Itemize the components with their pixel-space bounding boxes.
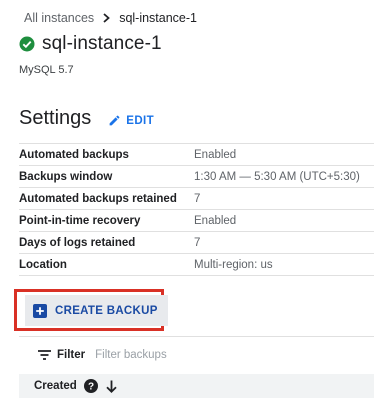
plus-icon xyxy=(33,303,47,318)
create-backup-label: CREATE BACKUP xyxy=(55,304,158,317)
settings-row: Automated backups retained 7 xyxy=(19,187,374,210)
setting-value: Multi-region: us xyxy=(194,253,374,276)
database-version: MySQL 5.7 xyxy=(19,64,74,76)
settings-title: Settings xyxy=(19,107,92,129)
filter-bar: Filter xyxy=(19,336,374,373)
settings-row: Location Multi-region: us xyxy=(19,253,374,276)
setting-label: Days of logs retained xyxy=(19,231,194,254)
setting-value: Enabled xyxy=(194,143,374,166)
page-title: sql-instance-1 xyxy=(42,33,162,54)
settings-row: Automated backups Enabled xyxy=(19,143,374,166)
setting-label: Location xyxy=(19,253,194,276)
table-header: Created ? xyxy=(19,374,374,398)
filter-icon[interactable] xyxy=(38,350,51,360)
settings-row: Point-in-time recovery Enabled xyxy=(19,209,374,232)
setting-label: Automated backups xyxy=(19,143,194,166)
breadcrumb-current: sql-instance-1 xyxy=(119,11,198,25)
breadcrumb-all-instances[interactable]: All instances xyxy=(24,11,94,25)
help-icon[interactable]: ? xyxy=(83,379,98,393)
breadcrumb: All instances sql-instance-1 xyxy=(24,11,197,25)
arrow-down-icon[interactable] xyxy=(106,380,117,393)
setting-value: 7 xyxy=(194,187,374,210)
check-circle-icon xyxy=(19,36,35,52)
setting-value: Enabled xyxy=(194,209,374,232)
instance-title-row: sql-instance-1 xyxy=(19,33,162,55)
filter-input[interactable] xyxy=(95,349,256,361)
edit-label: EDIT xyxy=(126,114,155,127)
setting-value: 1:30 AM — 5:30 AM (UTC+5:30) xyxy=(194,165,374,188)
settings-table: Automated backups Enabled Backups window… xyxy=(19,143,374,276)
setting-label: Backups window xyxy=(19,165,194,188)
settings-row: Days of logs retained 7 xyxy=(19,231,374,254)
column-header-created[interactable]: Created xyxy=(34,380,77,392)
filter-label: Filter xyxy=(57,349,86,361)
setting-label: Automated backups retained xyxy=(19,187,194,210)
settings-header: Settings EDIT xyxy=(19,107,154,130)
setting-value: 7 xyxy=(194,231,374,254)
edit-button[interactable]: EDIT xyxy=(108,114,154,127)
svg-text:?: ? xyxy=(88,382,94,393)
pencil-icon xyxy=(109,115,120,126)
instance-details-page: All instances sql-instance-1 sql-instanc… xyxy=(0,0,374,398)
setting-label: Point-in-time recovery xyxy=(19,209,194,232)
settings-row: Backups window 1:30 AM — 5:30 AM (UTC+5:… xyxy=(19,165,374,188)
chevron-right-icon xyxy=(103,13,111,23)
create-backup-button[interactable]: CREATE BACKUP xyxy=(25,295,168,326)
